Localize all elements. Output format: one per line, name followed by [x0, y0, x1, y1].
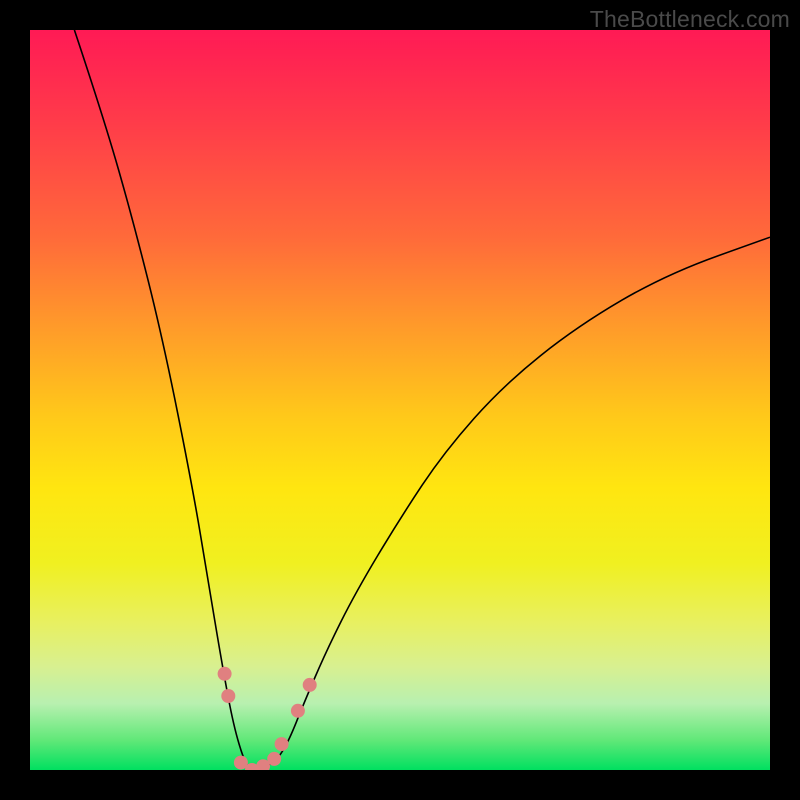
- curve-marker: [218, 667, 232, 681]
- curve-marker: [267, 752, 281, 766]
- curve-marker: [275, 737, 289, 751]
- watermark-text: TheBottleneck.com: [590, 6, 790, 33]
- bottleneck-curve: [74, 30, 770, 770]
- curve-marker: [303, 678, 317, 692]
- plot-area: [30, 30, 770, 770]
- curve-svg: [30, 30, 770, 770]
- curve-marker: [221, 689, 235, 703]
- chart-frame: TheBottleneck.com: [0, 0, 800, 800]
- curve-marker: [291, 704, 305, 718]
